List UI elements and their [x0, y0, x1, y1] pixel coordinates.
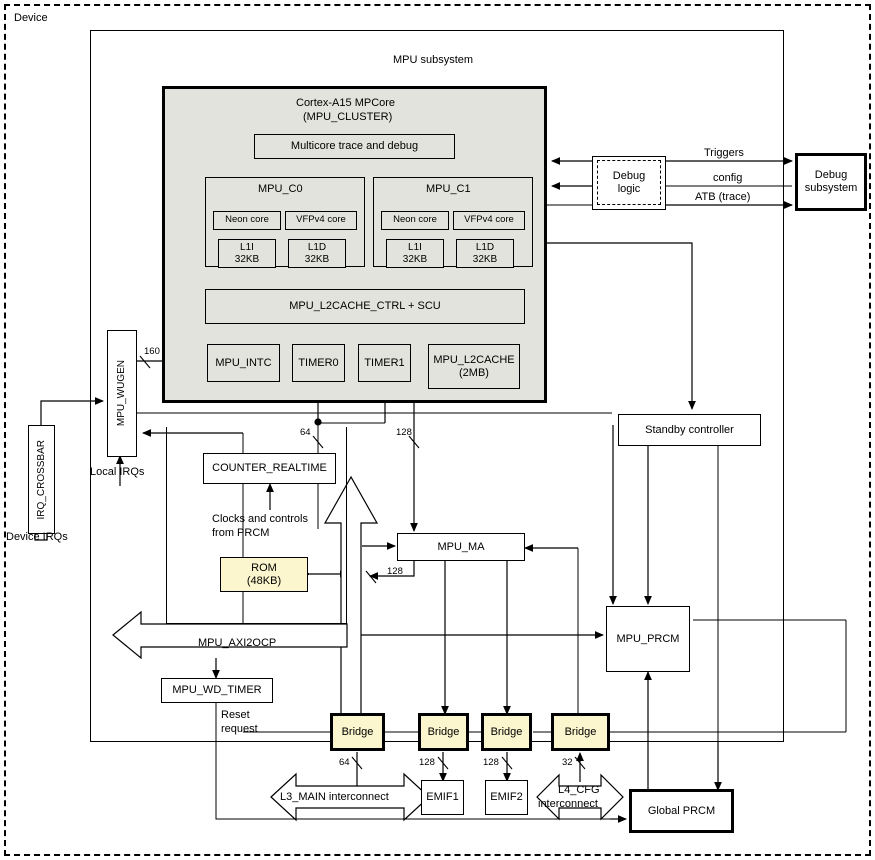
mpu-c0-l1i: L1I 32KB	[218, 239, 276, 268]
mpu-c1-l1d-line1: L1D	[475, 242, 495, 253]
bus-width-128-emif2: 128	[483, 757, 499, 768]
cluster-title-line1: Cortex-A15 MPCore	[296, 97, 396, 109]
l3-main-interconnect-label: L3_MAIN interconnect	[280, 791, 389, 803]
mpu-c0-l1d: L1D 32KB	[288, 239, 346, 268]
mpu-wd-timer-box: MPU_WD_TIMER	[161, 678, 273, 703]
emif2-box: EMIF2	[485, 780, 528, 815]
irq-crossbar-box: IRQ_CROSSBAR	[28, 425, 55, 534]
emif1-box: EMIF1	[421, 780, 464, 815]
debug-subsystem-line2: subsystem	[804, 182, 858, 194]
mpu-c1-l1i-line2: 32KB	[402, 253, 428, 265]
mpu-c0-label: MPU_C0	[258, 183, 303, 195]
mpu-c1-l1i-line1: L1I	[408, 242, 422, 253]
reset-request-line2: request	[221, 723, 258, 735]
l4-cfg-interconnect-line2: interconnect	[538, 798, 598, 810]
bridge-emif2: Bridge	[481, 713, 532, 751]
mpu-c1-label: MPU_C1	[426, 183, 471, 195]
mpu-prcm-box: MPU_PRCM	[606, 606, 690, 672]
multicore-trace-debug-box: Multicore trace and debug	[254, 134, 455, 159]
l4-cfg-interconnect-line1: L4_CFG	[558, 784, 600, 796]
global-prcm-box: Global PRCM	[629, 789, 734, 833]
clock-domain-group	[166, 427, 347, 624]
mpu-subsystem-label: MPU subsystem	[393, 54, 474, 66]
mpu-wugen-box: MPU_WUGEN	[107, 330, 137, 457]
mpu-axi2ocp-label: MPU_AXI2OCP	[198, 637, 277, 649]
mpu-intc-box: MPU_INTC	[207, 344, 280, 382]
mpu-c0-l1d-line2: 32KB	[304, 253, 330, 265]
bus-width-128-emif1: 128	[419, 757, 435, 768]
mpu-c1-l1d: L1D 32KB	[456, 239, 514, 268]
standby-controller-box: Standby controller	[618, 414, 761, 446]
mpu-l2cache-ctrl-scu: MPU_L2CACHE_CTRL + SCU	[205, 289, 525, 324]
debug-subsystem-box: Debug subsystem	[795, 153, 867, 211]
bridge-emif1: Bridge	[418, 713, 469, 751]
mpu-c0-vfp-core: VFPv4 core	[285, 211, 357, 230]
mpu-c1-vfp-core: VFPv4 core	[453, 211, 525, 230]
triggers-label: Triggers	[704, 147, 744, 159]
device-label: Device	[14, 12, 48, 24]
cluster-title-line2: (MPU_CLUSTER)	[303, 111, 393, 123]
bus-width-128-ma: 128	[387, 566, 403, 577]
bus-width-32-l4: 32	[562, 757, 573, 768]
debug-subsystem-line1: Debug	[814, 169, 848, 182]
debug-logic-line2: logic	[617, 182, 641, 195]
mpu-c1-l1i: L1I 32KB	[386, 239, 444, 268]
mpu-c0-neon-core: Neon core	[213, 211, 281, 230]
reset-request-line1: Reset	[221, 709, 250, 721]
atb-trace-label: ATB (trace)	[695, 191, 751, 203]
mpu-l2cache-line1: MPU_L2CACHE	[433, 353, 515, 366]
debug-logic-line1: Debug	[612, 169, 646, 182]
mpu-c1-l1d-line2: 32KB	[472, 253, 498, 265]
mpu-ma-box: MPU_MA	[397, 533, 525, 561]
mpu-l2cache-box: MPU_L2CACHE (2MB)	[428, 344, 520, 389]
device-irqs-label: Device IRQs	[6, 531, 68, 543]
timer0-box: TIMER0	[292, 344, 345, 382]
bus-width-128-l2: 128	[396, 427, 412, 438]
local-irqs-label: Local IRQs	[90, 466, 145, 478]
config-label: config	[713, 172, 743, 184]
timer1-box: TIMER1	[358, 344, 411, 382]
irq-crossbar-label: IRQ_CROSSBAR	[35, 439, 47, 520]
diagram-canvas: Device MPU subsystem Cortex-A15 MPCore (…	[0, 0, 875, 860]
bridge-l3: Bridge	[330, 713, 385, 751]
bridge-l4cfg: Bridge	[551, 713, 610, 751]
debug-logic-dashed: Debug logic	[597, 160, 661, 205]
bus-width-160: 160	[144, 346, 160, 357]
mpu-l2cache-line2: (2MB)	[459, 366, 489, 379]
mpu-c0-l1d-line1: L1D	[307, 242, 327, 253]
mpu-c0-l1i-line2: 32KB	[234, 253, 260, 265]
mpu-c0-l1i-line1: L1I	[240, 242, 254, 253]
bus-width-64-l3: 64	[339, 757, 350, 768]
mpu-c1-neon-core: Neon core	[381, 211, 449, 230]
mpu-wugen-label: MPU_WUGEN	[116, 360, 128, 427]
